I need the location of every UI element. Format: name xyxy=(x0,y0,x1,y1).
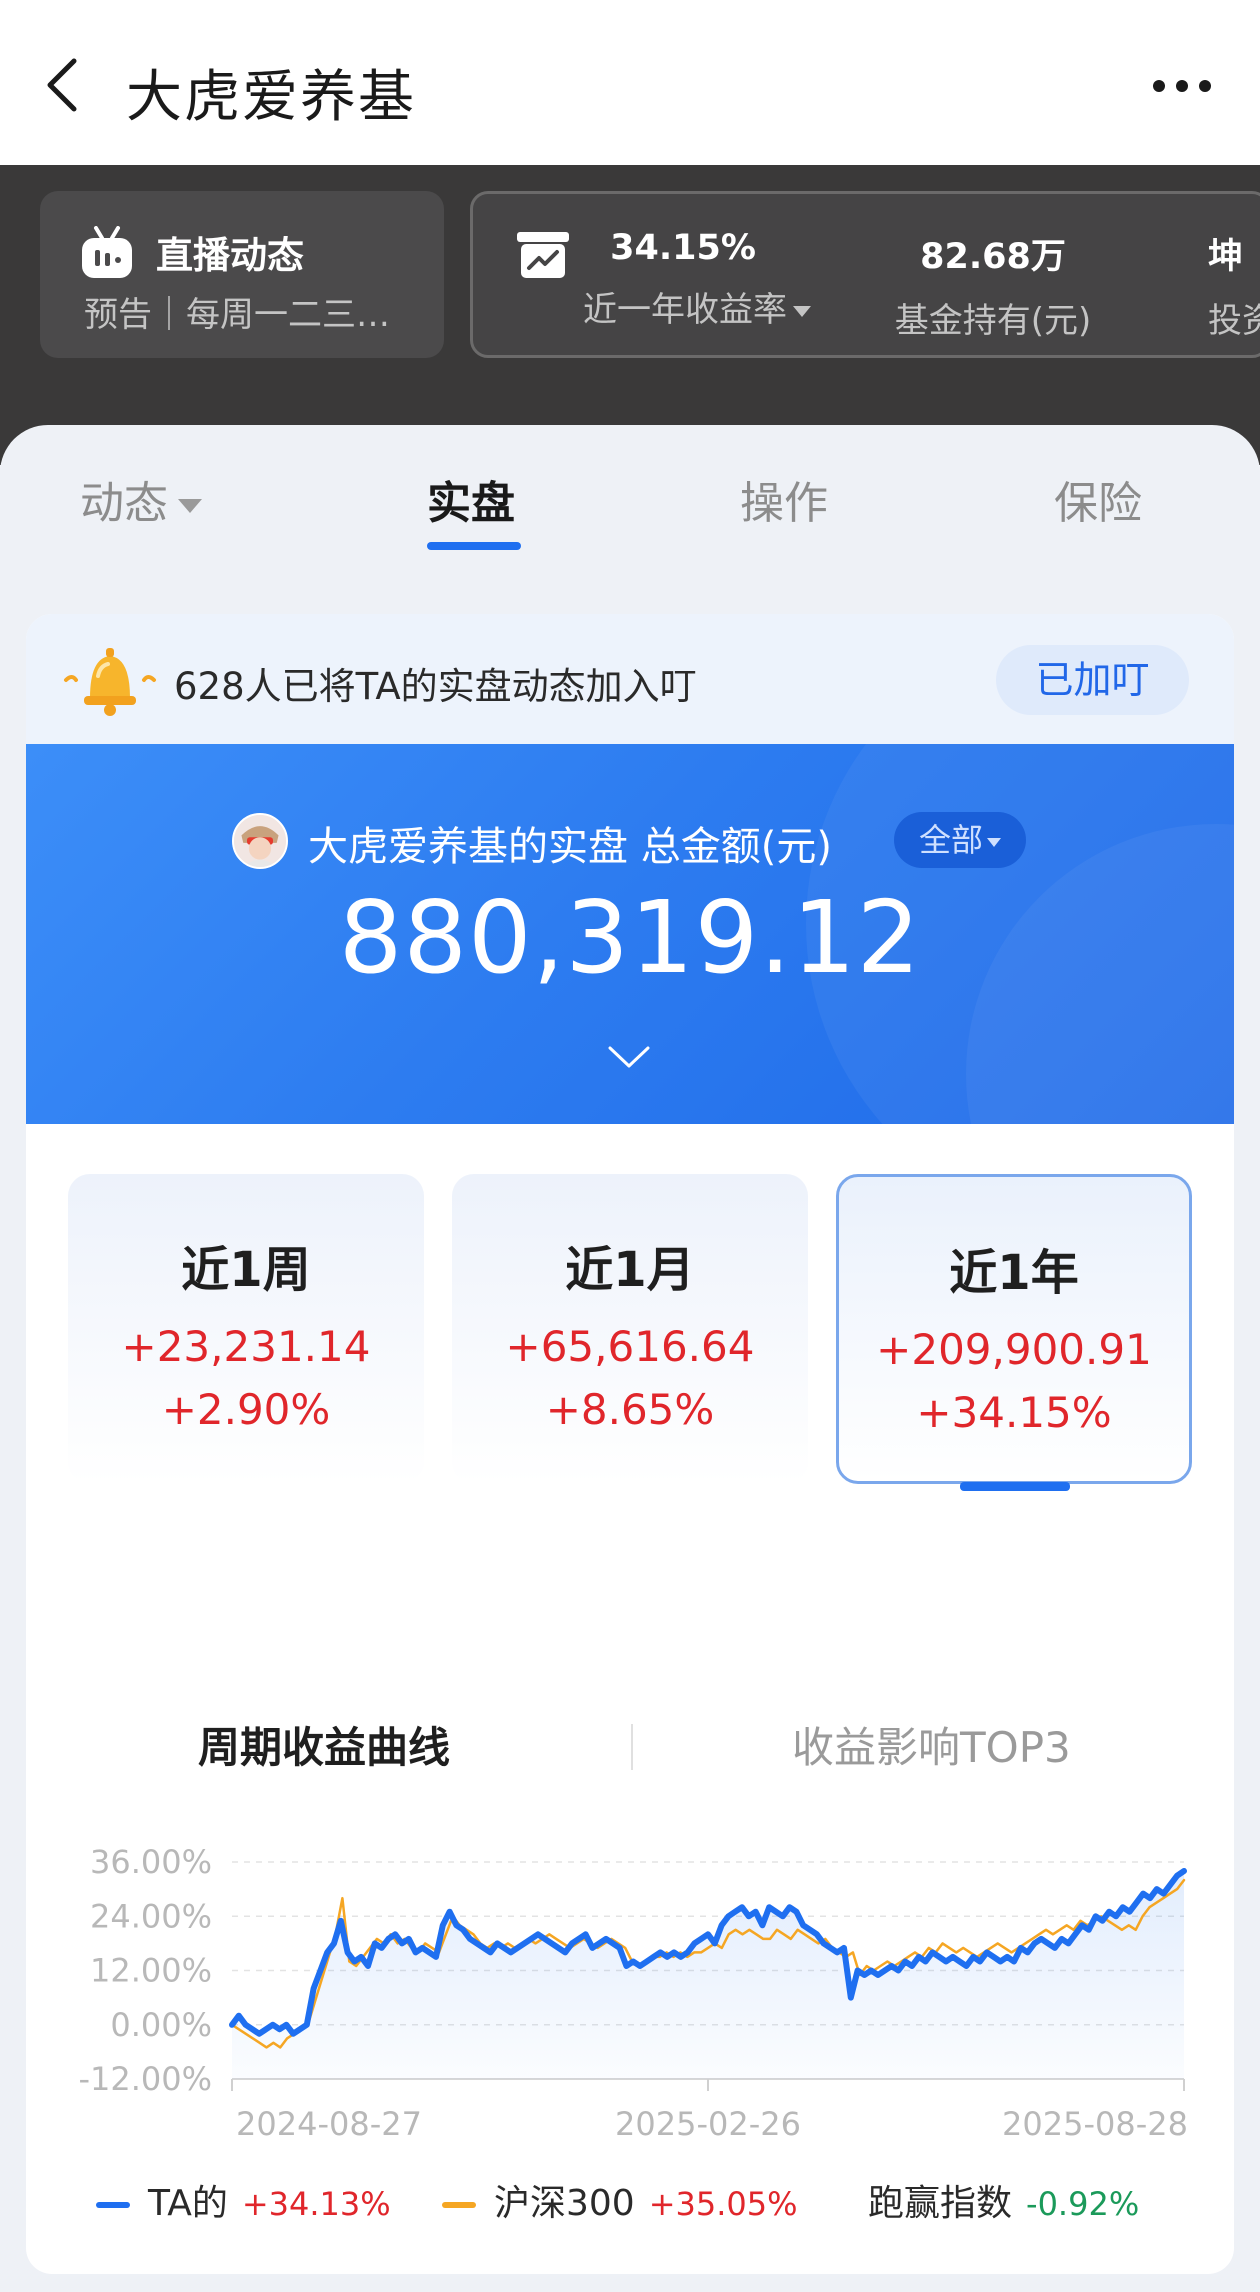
stat-value: 坤 xyxy=(1208,237,1244,277)
legend-value: +35.05% xyxy=(648,2185,798,2223)
y-tick-label: 0.00% xyxy=(110,2006,212,2044)
stat-third: 坤 投资 xyxy=(1208,228,1260,342)
account-label: 大虎爱养基的实盘 总金额(元) xyxy=(308,824,832,870)
subscribed-button[interactable]: 已加叮 xyxy=(996,645,1189,715)
series-area xyxy=(232,1871,1184,2079)
x-tick-label: 2025-08-28 xyxy=(1002,2105,1188,2143)
y-tick-label: 24.00% xyxy=(90,1897,212,1935)
divider xyxy=(631,1724,633,1770)
live-stream-card[interactable]: 直播动态 预告｜每周一二三… xyxy=(40,191,444,358)
legend-name: 跑赢指数 xyxy=(868,2183,1013,2224)
back-arrow-icon[interactable] xyxy=(40,55,86,115)
account-filter-dropdown[interactable]: 全部 xyxy=(894,812,1026,868)
profile-header: 直播动态 预告｜每周一二三… 34.15% 近一年收益率 82.68万 基金持有… xyxy=(0,165,1260,465)
more-options-icon[interactable] xyxy=(1149,66,1215,106)
legend-item-hs300: 沪深300 +35.05% xyxy=(442,2174,798,2226)
period-card-month[interactable]: 近1月 +65,616.64 +8.65% xyxy=(452,1174,808,1484)
main-panel: 动态 实盘 操作 保险 628人已将TA的实盘动态加入叮 已加叮 大虎爱养基的实… xyxy=(0,425,1260,2292)
tab-insurance[interactable]: 保险 xyxy=(1054,467,1142,531)
tab-portfolio[interactable]: 实盘 xyxy=(427,467,515,531)
stat-fund-holdings: 82.68万 基金持有(元) xyxy=(893,228,1093,342)
y-tick-label: -12.00% xyxy=(78,2060,212,2098)
selected-period-indicator xyxy=(960,1482,1070,1491)
period-amount: +65,616.64 xyxy=(505,1322,755,1371)
tab-feed[interactable]: 动态 xyxy=(80,467,202,531)
dropdown-caret-icon xyxy=(178,499,202,513)
expand-chevron-icon[interactable] xyxy=(606,1042,652,1072)
tab-top3-impact[interactable]: 收益影响TOP3 xyxy=(792,1714,1071,1775)
period-card-week[interactable]: 近1周 +23,231.14 +2.90% xyxy=(68,1174,424,1484)
legend-name: 沪深300 xyxy=(494,2183,635,2224)
stat-annual-return: 34.15% 近一年收益率 xyxy=(583,228,811,331)
tab-return-curve[interactable]: 周期收益曲线 xyxy=(198,1714,450,1775)
x-tick-label: 2025-02-26 xyxy=(615,2105,801,2143)
page-title: 大虎爱养基 xyxy=(126,65,416,130)
live-tv-icon xyxy=(80,226,134,280)
stats-card[interactable]: 34.15% 近一年收益率 82.68万 基金持有(元) 坤 投资 xyxy=(470,191,1260,358)
chart-box-icon xyxy=(513,226,573,286)
y-tick-label: 36.00% xyxy=(90,1843,212,1881)
subscribe-notice: 628人已将TA的实盘动态加入叮 已加叮 xyxy=(26,614,1234,744)
stat-label: 投资 xyxy=(1208,301,1260,341)
legend-value: +34.13% xyxy=(241,2185,391,2223)
total-amount: 880,319.12 xyxy=(338,879,922,996)
tab-bar: 动态 实盘 操作 保险 xyxy=(0,425,1260,565)
stat-label: 近一年收益率 xyxy=(583,282,811,331)
portfolio-card: 628人已将TA的实盘动态加入叮 已加叮 大虎爱养基的实盘 总金额(元) 全部 … xyxy=(26,614,1234,2274)
period-percent: +34.15% xyxy=(916,1388,1112,1437)
legend-swatch xyxy=(96,2202,130,2208)
return-curve-chart: 36.00% 24.00% 12.00% 0.00% -12.00% 2024-08-27… xyxy=(78,1843,1188,2143)
period-card-year[interactable]: 近1年 +209,900.91 +34.15% xyxy=(836,1174,1192,1484)
period-amount: +23,231.14 xyxy=(121,1322,371,1371)
live-title: 直播动态 xyxy=(156,234,304,277)
stat-value: 34.15% xyxy=(610,228,756,268)
period-title: 近1月 xyxy=(565,1242,695,1298)
top-nav-bar: 大虎爱养基 xyxy=(0,0,1260,165)
notice-text: 628人已将TA的实盘动态加入叮 xyxy=(174,665,697,708)
x-tick-label: 2024-08-27 xyxy=(236,2105,422,2143)
legend-item-outperform: 跑赢指数 -0.92% xyxy=(868,2174,1139,2226)
period-amount: +209,900.91 xyxy=(876,1325,1152,1374)
y-tick-label: 12.00% xyxy=(90,1952,212,1990)
avatar xyxy=(232,813,288,869)
live-subtitle: 预告｜每周一二三… xyxy=(84,295,390,335)
active-tab-indicator xyxy=(427,542,521,550)
period-title: 近1周 xyxy=(181,1242,311,1298)
legend-item-ta: TA的 +34.13% xyxy=(96,2174,391,2226)
period-title: 近1年 xyxy=(949,1245,1079,1301)
period-percent: +8.65% xyxy=(545,1385,715,1434)
stat-value: 82.68万 xyxy=(920,237,1066,277)
tab-operations[interactable]: 操作 xyxy=(740,467,828,531)
stat-label: 基金持有(元) xyxy=(894,301,1092,341)
legend-name: TA的 xyxy=(148,2183,228,2224)
legend-value: -0.92% xyxy=(1026,2185,1140,2223)
legend-swatch xyxy=(442,2202,476,2208)
total-amount-panel: 大虎爱养基的实盘 总金额(元) 全部 880,319.12 xyxy=(26,744,1234,1124)
period-percent: +2.90% xyxy=(161,1385,331,1434)
bell-icon xyxy=(62,640,158,720)
